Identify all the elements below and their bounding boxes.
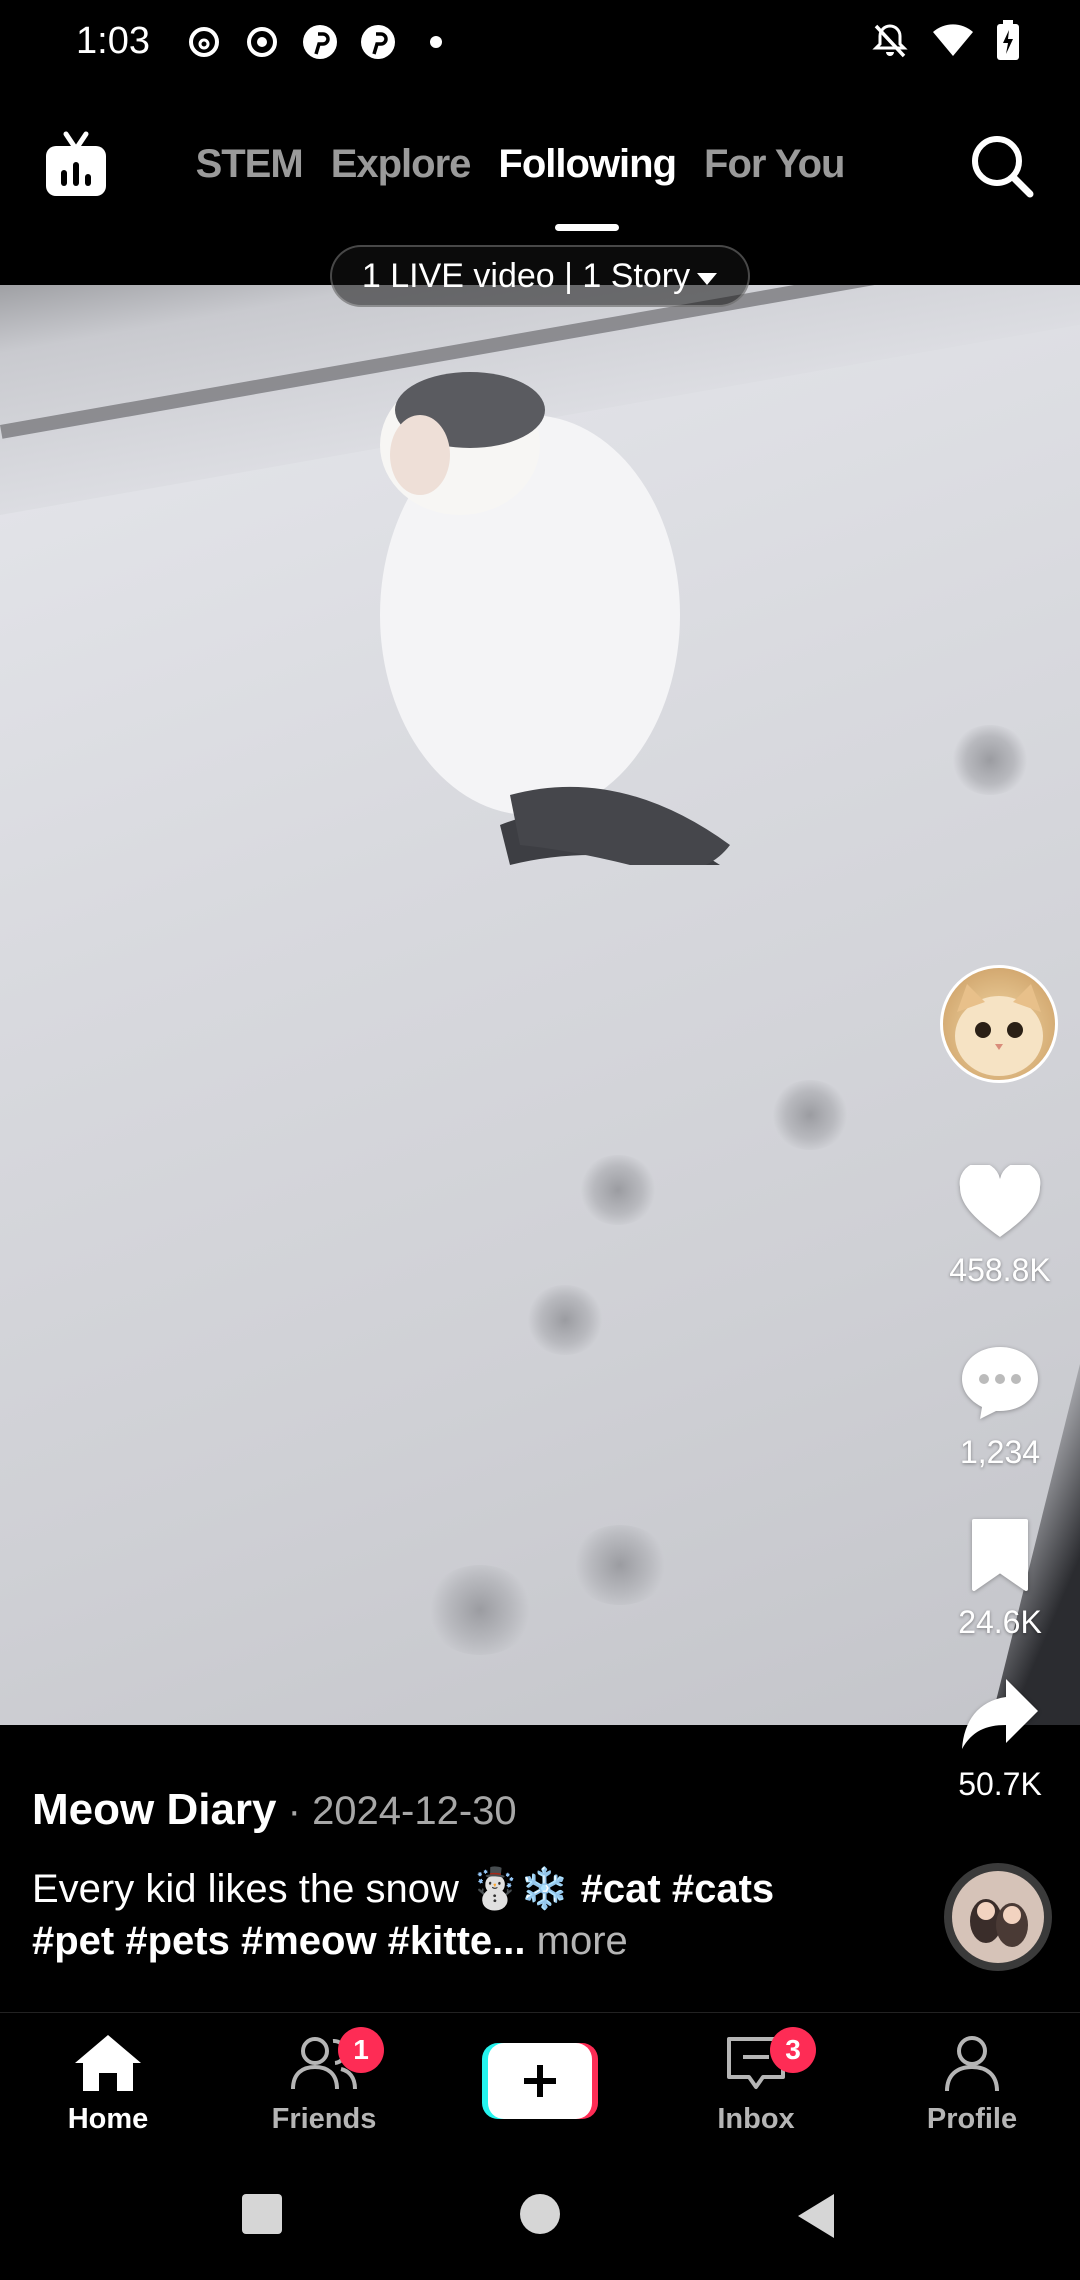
cat-image: [380, 372, 730, 865]
more-link[interactable]: more: [537, 1919, 628, 1963]
tab-explore[interactable]: Explore: [331, 142, 472, 187]
share-arrow-icon: [958, 1679, 1042, 1757]
search-icon[interactable]: [964, 128, 1040, 204]
feed-tabs: STEM Explore Following For You: [0, 142, 1060, 187]
status-bar: 1:03: [0, 0, 1080, 90]
status-time: 1:03: [76, 20, 150, 62]
bookmark-icon: [968, 1519, 1032, 1595]
share-count: 50.7K: [958, 1766, 1042, 1802]
post-caption: Meow Diary · 2024-12-30 Every kid likes …: [32, 1785, 912, 1967]
pawprint: [525, 1285, 605, 1355]
nav-friends[interactable]: 1 Friends: [244, 2027, 404, 2136]
profile-icon: [937, 2036, 1007, 2100]
friends-badge: 1: [338, 2027, 384, 2073]
creator-line: Meow Diary · 2024-12-30: [32, 1785, 912, 1835]
notification-icons: [184, 22, 456, 62]
home-icon: [73, 2035, 143, 2100]
home-system-button[interactable]: [518, 2192, 562, 2241]
pawprint: [425, 1565, 535, 1655]
system-nav-bar: [0, 2162, 1080, 2280]
creator-avatar[interactable]: [940, 965, 1058, 1083]
like-button[interactable]: 458.8K: [940, 1162, 1060, 1289]
nav-inbox-label: Inbox: [717, 2103, 795, 2135]
live-story-dropdown[interactable]: 1 LIVE video | 1 Story: [330, 245, 750, 307]
post-date: · 2024-12-30: [276, 1789, 517, 1833]
battery-icon: [996, 20, 1020, 65]
recents-button[interactable]: [240, 2192, 284, 2241]
nav-inbox[interactable]: 3 Inbox: [676, 2027, 836, 2136]
window-frame: [990, 1225, 1080, 1725]
caption-text: Every kid likes the snow ☃️❄️: [32, 1867, 581, 1911]
tab-following[interactable]: Following: [498, 142, 677, 187]
nav-friends-label: Friends: [271, 2103, 377, 2135]
more-dot-icon: [416, 22, 456, 62]
inbox-badge: 3: [770, 2027, 816, 2073]
tab-stem[interactable]: STEM: [196, 142, 304, 187]
nav-profile[interactable]: Profile: [892, 2033, 1052, 2136]
create-button[interactable]: [482, 2043, 598, 2119]
pawprint: [770, 1080, 850, 1150]
record-icon: [242, 22, 282, 62]
inbox-icon: [721, 2037, 791, 2100]
pinterest-icon: [358, 22, 398, 62]
back-button[interactable]: [794, 2192, 838, 2245]
tab-for-you[interactable]: For You: [704, 142, 845, 187]
caret-down-icon: [696, 257, 718, 296]
favorite-button[interactable]: 24.6K: [940, 1517, 1060, 1641]
system-status-icons: [870, 20, 1020, 65]
pawprint: [570, 1525, 670, 1605]
pawprint: [578, 1155, 658, 1225]
plus-icon: [488, 2043, 592, 2119]
friends-icon: [289, 2037, 359, 2100]
heart-icon: [958, 1162, 1042, 1243]
save-count: 24.6K: [958, 1604, 1042, 1640]
comment-count: 1,234: [959, 1434, 1041, 1470]
pinterest-icon: [300, 22, 340, 62]
music-disc[interactable]: [944, 1863, 1052, 1971]
comment-button[interactable]: 1,234: [940, 1343, 1060, 1471]
threads-icon: [184, 22, 224, 62]
creator-name[interactable]: Meow Diary: [32, 1785, 277, 1834]
share-button[interactable]: 50.7K: [940, 1675, 1060, 1803]
live-story-label: 1 LIVE video | 1 Story: [361, 256, 691, 295]
bottom-nav: Home 1 Friends 3 Inbox Profile: [0, 2012, 1080, 2162]
video-player[interactable]: [0, 285, 1080, 1725]
nav-home-label: Home: [67, 2103, 149, 2135]
nav-profile-label: Profile: [926, 2103, 1018, 2135]
pawprint: [950, 725, 1030, 795]
nav-home[interactable]: Home: [28, 2033, 188, 2136]
wifi-icon: [932, 22, 974, 63]
post-description[interactable]: Every kid likes the snow ☃️❄️ #cat #cats…: [32, 1863, 862, 1967]
like-count: 458.8K: [949, 1252, 1051, 1288]
comment-icon: [958, 1347, 1042, 1425]
mute-icon: [870, 20, 910, 65]
